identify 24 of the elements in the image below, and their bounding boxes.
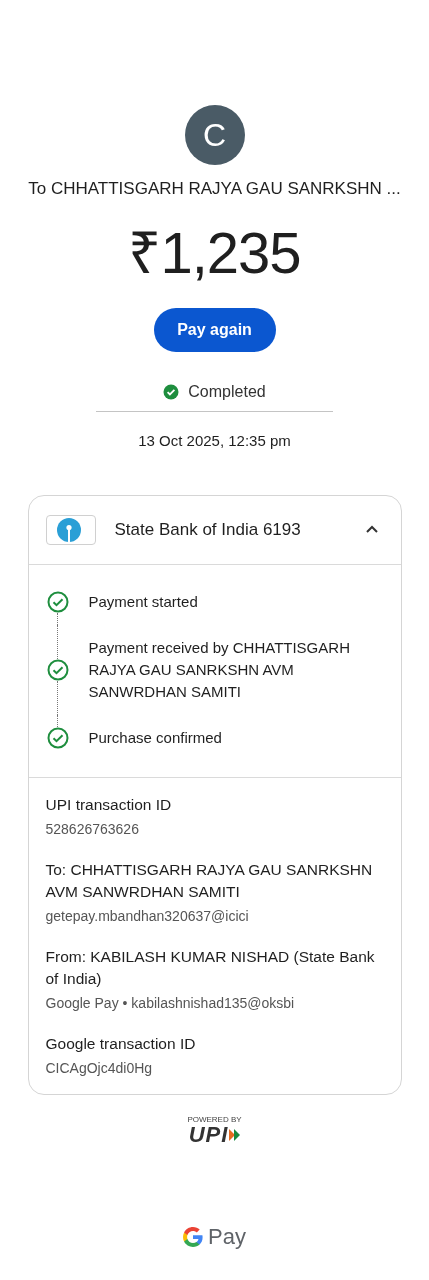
- arrow-mark-icon: [229, 1128, 241, 1141]
- brand-name: Pay: [208, 1223, 246, 1250]
- status-label: Completed: [188, 382, 266, 401]
- payee-name: To CHHATTISGARH RAJYA GAU SANRKSHN ...: [28, 179, 401, 199]
- detail-label: From: KABILASH KUMAR NISHAD (State Bank of India): [45, 946, 376, 989]
- detail-label: Google transaction ID: [45, 1033, 197, 1054]
- timeline-step: Payment started: [88, 578, 198, 625]
- amount: ₹1,235: [128, 221, 301, 285]
- detail-value: Google Pay • kabilashnishad135@oksbi: [45, 994, 296, 1011]
- timeline-step: Payment received by CHHATTISGARH RAJYA GAU SANRKSHN AVM SANWRDHAN SAMITI: [88, 624, 385, 715]
- upi-logo: UPI: [188, 1123, 229, 1146]
- bank-emblem-icon: [56, 517, 81, 542]
- date-time: 13 Oct 2025, 12:35 pm: [138, 431, 291, 449]
- timeline-step: Purchase confirmed: [88, 714, 222, 761]
- detail-label: UPI transaction ID: [45, 794, 173, 815]
- google-g-icon: [183, 1226, 204, 1247]
- bank-account-name: State Bank of India 6193: [114, 519, 302, 540]
- pay-again-button[interactable]: Pay again: [153, 307, 276, 352]
- detail-label: To: CHHATTISGARH RAJYA GAU SANRKSHN AVM SANWRDHAN SAMITI: [45, 859, 374, 902]
- powered-by-label: POWERED BY: [187, 1114, 242, 1124]
- detail-value: CICAgOjc4di0Hg: [45, 1059, 154, 1076]
- detail-value: getepay.mbandhan320637@icici: [45, 907, 250, 924]
- detail-value: 528626763626: [45, 820, 140, 837]
- avatar: C: [184, 105, 245, 165]
